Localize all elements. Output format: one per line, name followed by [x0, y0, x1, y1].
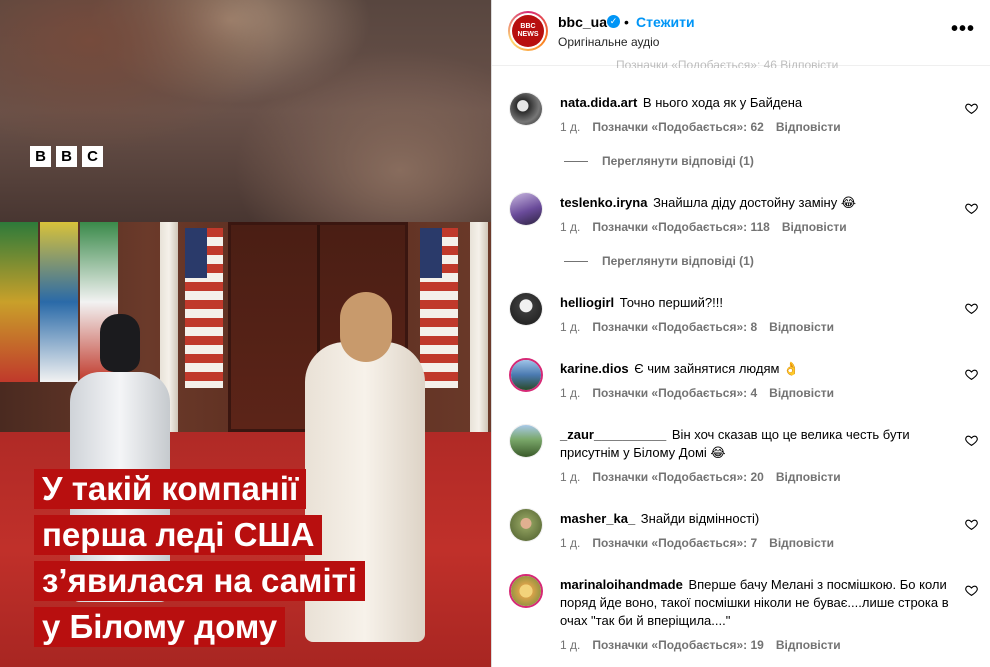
avatar-fill — [510, 193, 542, 225]
reply-button[interactable]: Відповісти — [776, 120, 841, 134]
us-flag — [420, 228, 458, 388]
flag — [40, 222, 78, 382]
heart-icon[interactable] — [965, 368, 978, 381]
heart-icon[interactable] — [965, 518, 978, 531]
avatar-fill — [510, 293, 542, 325]
avatar-fill — [510, 93, 542, 125]
avatar-fill — [511, 576, 541, 606]
pillar — [470, 222, 488, 442]
avatar-text: BBC — [520, 23, 536, 30]
heart-icon[interactable] — [965, 584, 978, 597]
commenter-avatar[interactable] — [509, 358, 543, 392]
comment-age: 1 д. — [560, 120, 581, 134]
replies-divider — [564, 160, 588, 162]
caption-line: перша леді США — [34, 515, 323, 555]
comment-age: 1 д. — [560, 220, 581, 234]
commenter-avatar[interactable] — [509, 508, 543, 542]
comment-text: Є чим зайнятися людям 👌 — [634, 361, 800, 376]
comment-likes[interactable]: Позначки «Подобається»: 62 — [592, 120, 763, 134]
comment-likes[interactable]: Позначки «Подобається»: 4 — [592, 386, 757, 400]
comment-username[interactable]: nata.dida.art — [560, 95, 637, 110]
comment-text: Знайшла діду достойну заміну 😂 — [653, 195, 857, 210]
comment-text: Знайди відмінності) — [640, 511, 760, 526]
post-header: BBC NEWS bbc_ua ✓ • Стежити Оригінальне … — [492, 0, 990, 66]
video-blurred-background — [0, 0, 491, 222]
view-replies[interactable]: Переглянути відповіді (1) — [564, 154, 754, 168]
comment-text: Точно перший?!!! — [619, 295, 723, 310]
view-replies-label[interactable]: Переглянути відповіді (1) — [602, 154, 754, 168]
reply-button[interactable]: Відповісти — [769, 386, 834, 400]
comment-age: 1 д. — [560, 638, 581, 652]
heart-icon[interactable] — [965, 302, 978, 315]
account-avatar[interactable]: BBC NEWS — [508, 11, 548, 51]
reply-button[interactable]: Відповісти — [782, 220, 847, 234]
comment-likes[interactable]: Позначки «Подобається»: 118 — [592, 220, 770, 234]
commenter-avatar[interactable] — [509, 92, 543, 126]
comment-age: 1 д. — [560, 470, 581, 484]
comment-username[interactable]: teslenko.iryna — [560, 195, 647, 210]
bbc-logo-letter: B — [56, 146, 77, 167]
commenter-avatar[interactable] — [509, 574, 543, 608]
caption-line: з’явилася на саміті — [34, 561, 365, 601]
verified-icon: ✓ — [607, 15, 620, 28]
follow-button[interactable]: Стежити — [636, 14, 695, 30]
person-head — [340, 292, 392, 362]
caption-line: У такій компанії — [34, 469, 307, 509]
comment-age: 1 д. — [560, 320, 581, 334]
separator-dot: • — [624, 14, 629, 30]
heart-icon[interactable] — [965, 102, 978, 115]
flag — [0, 222, 38, 382]
bbc-logo-letter: C — [82, 146, 103, 167]
view-replies-label[interactable]: Переглянути відповіді (1) — [602, 254, 754, 268]
account-username[interactable]: bbc_ua — [558, 14, 607, 30]
comment-username[interactable]: karine.dios — [560, 361, 629, 376]
replies-divider — [564, 260, 588, 262]
commenter-avatar[interactable] — [509, 424, 543, 458]
audio-link[interactable]: Оригінальне аудіо — [558, 35, 659, 49]
comment-username[interactable]: _zaur__________ — [560, 427, 666, 442]
commenter-avatar[interactable] — [509, 292, 543, 326]
comment-age: 1 д. — [560, 386, 581, 400]
avatar-fill — [511, 360, 541, 390]
comment-likes[interactable]: Позначки «Подобається»: 8 — [592, 320, 757, 334]
bbc-logo: B B C — [30, 146, 103, 167]
avatar-fill — [510, 425, 542, 457]
commenter-avatar[interactable] — [509, 192, 543, 226]
view-replies[interactable]: Переглянути відповіді (1) — [564, 254, 754, 268]
heart-icon[interactable] — [965, 202, 978, 215]
robot-head — [100, 314, 140, 372]
reply-button[interactable]: Відповісти — [769, 536, 834, 550]
comments-panel: BBC NEWS bbc_ua ✓ • Стежити Оригінальне … — [491, 0, 990, 667]
reply-button[interactable]: Відповісти — [776, 638, 841, 652]
reply-button[interactable]: Відповісти — [776, 470, 841, 484]
comment-likes[interactable]: Позначки «Подобається»: 20 — [592, 470, 763, 484]
reel-video[interactable]: B B C У такій компанії перша леді США з’… — [0, 0, 491, 667]
comment-text: В нього хода як у Байдена — [642, 95, 803, 110]
caption-line: у Білому дому — [34, 607, 286, 647]
comment-likes[interactable]: Позначки «Подобається»: 7 — [592, 536, 757, 550]
us-flag — [185, 228, 223, 388]
reply-button[interactable]: Відповісти — [769, 320, 834, 334]
heart-icon[interactable] — [965, 434, 978, 447]
comment-age: 1 д. — [560, 536, 581, 550]
comment-username[interactable]: hellіogirl — [560, 295, 614, 310]
comment-username[interactable]: marinaloihandmade — [560, 577, 683, 592]
scrolled-comment-remnant: Позначки «Подобається»: 46 Відповісти — [616, 58, 839, 68]
comment-username[interactable]: masher_ka_ — [560, 511, 635, 526]
comment-likes[interactable]: Позначки «Подобається»: 19 — [592, 638, 763, 652]
more-options-icon[interactable]: ••• — [951, 18, 975, 41]
video-caption: У такій компанії перша леді США з’явилас… — [34, 469, 365, 647]
bbc-logo-letter: B — [30, 146, 51, 167]
avatar-text: NEWS — [517, 31, 539, 38]
avatar-fill — [510, 509, 542, 541]
